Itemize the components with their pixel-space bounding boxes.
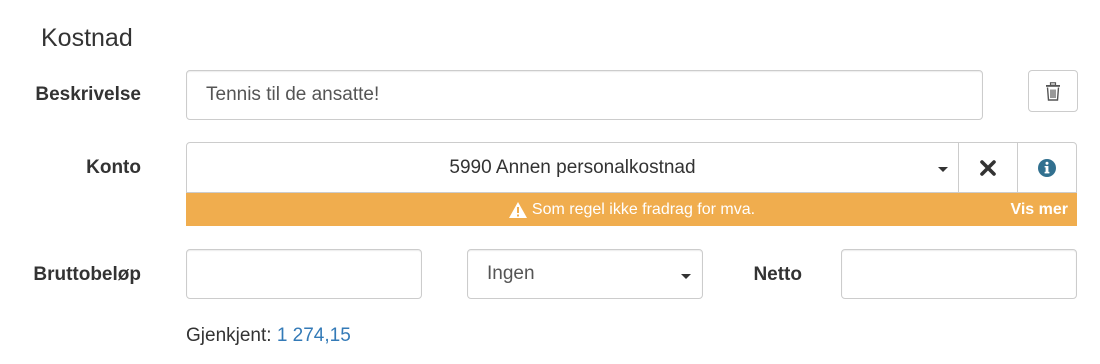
mva-selected-value: Ingen bbox=[487, 263, 535, 284]
vis-mer-link[interactable]: Vis mer bbox=[1010, 193, 1068, 226]
chevron-down-icon bbox=[938, 167, 948, 172]
konto-select[interactable]: 5990 Annen personalkostnad bbox=[187, 143, 958, 192]
brutto-input[interactable] bbox=[186, 249, 422, 299]
recognized-amount-row: Gjenkjent: 1 274,15 bbox=[186, 325, 351, 347]
beskrivelse-value: Tennis til de ansatte! bbox=[206, 84, 380, 105]
recognized-label: Gjenkjent: bbox=[186, 325, 272, 346]
netto-input[interactable] bbox=[841, 249, 1077, 299]
konto-label: Konto bbox=[86, 157, 141, 178]
trash-icon bbox=[1046, 81, 1060, 101]
brutto-label: Bruttobeløp bbox=[33, 264, 141, 285]
konto-selected-value: 5990 Annen personalkostnad bbox=[449, 156, 696, 178]
mva-select[interactable]: Ingen bbox=[467, 249, 703, 299]
vat-warning-banner: Som regel ikke fradrag for mva. Vis mer bbox=[186, 193, 1077, 226]
konto-input-group: 5990 Annen personalkostnad bbox=[186, 142, 1077, 193]
warning-text: Som regel ikke fradrag for mva. bbox=[531, 200, 756, 218]
recognized-amount[interactable]: 1 274,15 bbox=[277, 325, 351, 346]
beskrivelse-input[interactable]: Tennis til de ansatte! bbox=[186, 70, 983, 120]
beskrivelse-label: Beskrivelse bbox=[35, 84, 141, 105]
warning-icon bbox=[508, 201, 527, 218]
close-icon bbox=[980, 159, 996, 176]
netto-label: Netto bbox=[753, 264, 802, 285]
konto-info-button[interactable] bbox=[1017, 143, 1076, 192]
info-icon bbox=[1038, 158, 1056, 177]
konto-clear-button[interactable] bbox=[958, 143, 1017, 192]
delete-button[interactable] bbox=[1028, 70, 1078, 112]
chevron-down-icon bbox=[681, 274, 691, 279]
section-title: Kostnad bbox=[41, 24, 133, 52]
